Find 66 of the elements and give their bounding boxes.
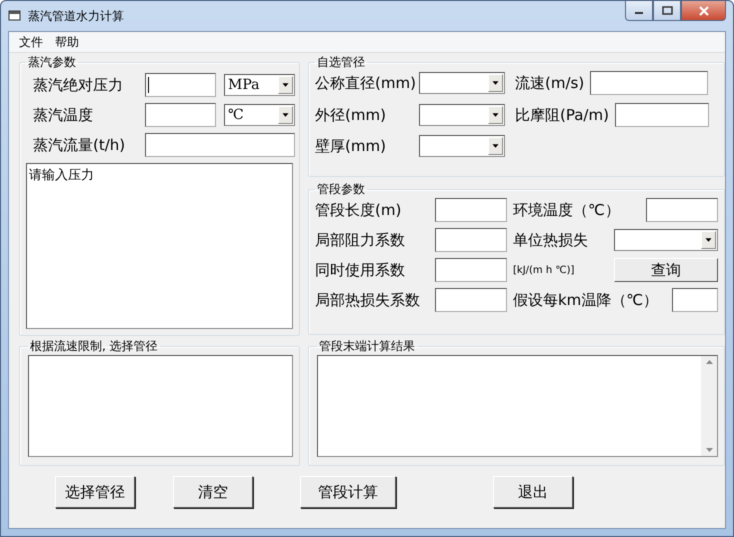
field-label: 比摩阻(Pa/m) xyxy=(515,106,609,124)
text-field[interactable] xyxy=(145,103,216,127)
group-title: 根据流速限制, 选择管径 xyxy=(29,338,159,355)
caret-icon[interactable] xyxy=(701,231,716,249)
caret-icon[interactable] xyxy=(488,74,503,92)
dropdown[interactable] xyxy=(614,229,718,251)
text-field[interactable] xyxy=(145,133,295,157)
maximize-button[interactable] xyxy=(653,1,681,21)
scrollbar[interactable] xyxy=(701,356,717,456)
dropdown[interactable] xyxy=(419,72,505,94)
text-field[interactable] xyxy=(672,288,718,312)
maximize-icon xyxy=(662,6,672,15)
group-title: 蒸汽参数 xyxy=(27,54,77,71)
field-label: 蒸汽流量(t/h) xyxy=(32,136,126,154)
text-field[interactable] xyxy=(614,103,709,127)
close-icon xyxy=(698,6,710,16)
field-label: [kJ/(m h ℃)] xyxy=(513,264,576,276)
text-field[interactable] xyxy=(435,228,507,252)
field-label: 单位热损失 xyxy=(513,230,589,250)
text-cursor xyxy=(148,77,149,93)
group-title: 管段末端计算结果 xyxy=(318,338,416,355)
scroll-down-icon[interactable] xyxy=(706,448,712,452)
menu-item[interactable]: 文件 xyxy=(15,34,47,50)
text-field[interactable] xyxy=(435,258,507,282)
text-field[interactable] xyxy=(435,288,507,312)
field-label: 外径(mm) xyxy=(315,106,387,124)
dropdown[interactable] xyxy=(419,104,505,126)
field-label: 壁厚(mm) xyxy=(315,136,387,156)
caret-icon[interactable] xyxy=(488,137,503,155)
action-button[interactable]: 清空 xyxy=(173,476,253,508)
field-label: 蒸汽温度 xyxy=(32,106,94,124)
dropdown[interactable] xyxy=(419,135,505,157)
dropdown[interactable]: ℃ xyxy=(224,104,295,126)
text-field[interactable] xyxy=(145,73,216,97)
close-button[interactable] xyxy=(681,1,726,21)
text-field[interactable] xyxy=(590,71,708,95)
menu-item[interactable]: 帮助 xyxy=(51,34,83,50)
caret-icon[interactable] xyxy=(488,106,503,124)
field-label: 流速(m/s) xyxy=(515,74,584,92)
query-button[interactable]: 查询 xyxy=(614,258,718,282)
field-label: 同时使用系数 xyxy=(315,260,406,280)
minimize-button[interactable] xyxy=(625,1,653,21)
window-icon xyxy=(8,10,22,22)
result-box[interactable] xyxy=(317,355,718,457)
action-button[interactable]: 退出 xyxy=(493,476,573,508)
caret-icon[interactable] xyxy=(278,106,293,124)
message-box[interactable]: 请输入压力 xyxy=(26,163,293,329)
action-button[interactable]: 管段计算 xyxy=(300,476,396,508)
field-label: 局部阻力系数 xyxy=(315,230,406,250)
text-field[interactable] xyxy=(646,198,718,222)
window-title: 蒸汽管道水力计算 xyxy=(28,8,124,24)
field-label: 局部热损失系数 xyxy=(315,290,421,310)
field-label: 管段长度(m) xyxy=(315,200,402,220)
field-label: 假设每km温降（℃） xyxy=(513,290,660,310)
group-title: 管段参数 xyxy=(316,181,366,198)
field-label: 公称直径(mm) xyxy=(315,74,413,92)
text-field[interactable] xyxy=(435,198,507,222)
scroll-up-icon[interactable] xyxy=(706,360,712,364)
field-label: 蒸汽绝对压力 xyxy=(32,76,124,94)
list-box[interactable] xyxy=(28,355,293,457)
dropdown[interactable]: MPa xyxy=(224,74,295,96)
field-label: 环境温度（℃） xyxy=(513,200,621,220)
action-button[interactable]: 选择管径 xyxy=(55,476,135,508)
caret-icon[interactable] xyxy=(278,76,293,94)
message-text: 请输入压力 xyxy=(29,167,94,184)
group-title: 自选管径 xyxy=(316,54,366,71)
